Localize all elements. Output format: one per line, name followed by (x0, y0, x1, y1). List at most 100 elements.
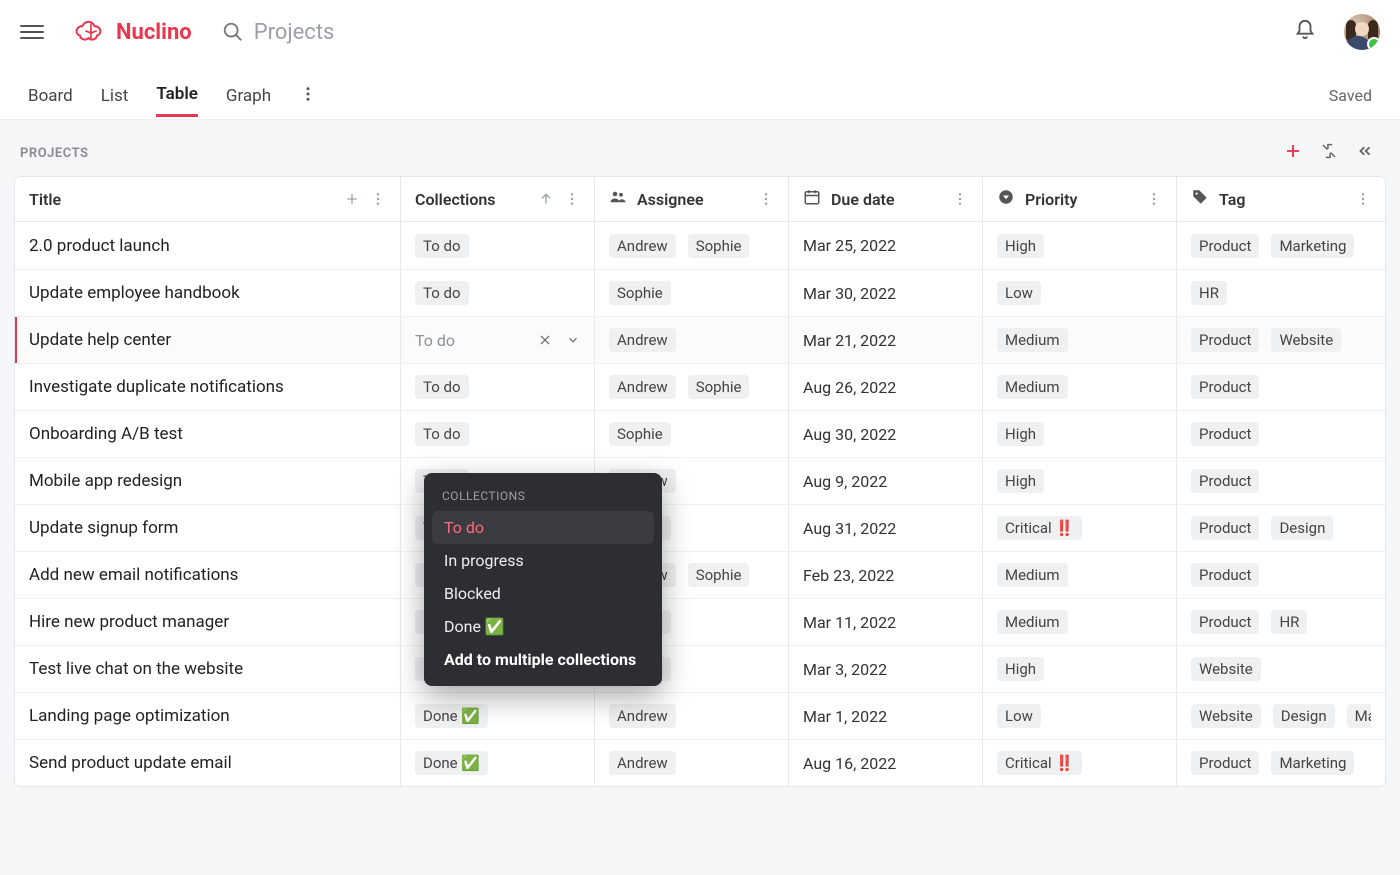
column-title[interactable]: Title (15, 177, 401, 221)
more-vertical-icon[interactable] (564, 191, 580, 207)
assignee-chip[interactable]: Sophie (609, 422, 671, 446)
add-item-button[interactable] (1284, 142, 1302, 164)
cell-tags[interactable]: ProductMarketing (1177, 222, 1385, 269)
tag-chip[interactable]: Design (1273, 704, 1335, 728)
tag-chip[interactable]: Product (1191, 234, 1259, 258)
avatar[interactable] (1344, 14, 1380, 50)
cell-collections[interactable]: To do (401, 364, 595, 410)
collection-chip[interactable]: Done ✅ (415, 751, 488, 775)
cell-assignee[interactable]: Sophie (595, 270, 789, 316)
view-tab-table[interactable]: Table (156, 74, 198, 117)
collapse-sidebar-button[interactable] (1356, 142, 1374, 164)
cell-title[interactable]: Landing page optimization (15, 693, 401, 739)
cell-due[interactable]: Mar 3, 2022 (789, 646, 983, 692)
tag-chip[interactable]: Product (1191, 422, 1259, 446)
cell-title[interactable]: Update help center (15, 317, 401, 363)
brand-logo[interactable]: Nuclino (74, 19, 192, 45)
cell-due[interactable]: Mar 21, 2022 (789, 317, 983, 363)
chevron-down-icon[interactable] (566, 333, 580, 347)
assignee-chip[interactable]: Andrew (609, 328, 676, 352)
search[interactable]: Projects (222, 20, 335, 45)
cell-title[interactable]: Investigate duplicate notifications (15, 364, 401, 410)
tag-chip[interactable]: Product (1191, 610, 1259, 634)
cell-title[interactable]: 2.0 product launch (15, 222, 401, 269)
table-row[interactable]: Test live chat on the websiteDone ✅Sophi… (15, 645, 1385, 692)
collection-editor[interactable]: To do (415, 331, 580, 350)
priority-chip[interactable]: High (997, 657, 1044, 681)
column-assignee[interactable]: Assignee (595, 177, 789, 221)
tag-chip[interactable]: Website (1191, 657, 1261, 681)
cell-priority[interactable]: Medium (983, 552, 1177, 598)
cell-priority[interactable]: Low (983, 270, 1177, 316)
cell-due[interactable]: Aug 26, 2022 (789, 364, 983, 410)
arrow-up-icon[interactable] (538, 191, 554, 207)
cell-collections[interactable]: To do (401, 222, 595, 269)
cell-assignee[interactable]: Andrew (595, 317, 789, 363)
cell-title[interactable]: Onboarding A/B test (15, 411, 401, 457)
tag-chip[interactable]: Product (1191, 328, 1259, 352)
menu-icon[interactable] (20, 20, 44, 44)
assignee-chip[interactable]: Sophie (688, 563, 750, 587)
cell-title[interactable]: Add new email notifications (15, 552, 401, 598)
assignee-chip[interactable]: Sophie (609, 281, 671, 305)
cell-assignee[interactable]: AndrewSophie (595, 222, 789, 269)
tag-chip[interactable]: HR (1271, 610, 1307, 634)
cell-priority[interactable]: Medium (983, 364, 1177, 410)
collections-dropdown[interactable]: COLLECTIONS To doIn progressBlockedDone … (424, 473, 662, 686)
assignee-chip[interactable]: Andrew (609, 234, 676, 258)
cell-due[interactable]: Aug 31, 2022 (789, 505, 983, 551)
tag-chip[interactable]: Website (1271, 328, 1341, 352)
priority-chip[interactable]: Medium (997, 328, 1068, 352)
cell-collections[interactable]: Done ✅ (401, 693, 595, 739)
dropdown-item[interactable]: In progress (432, 544, 654, 577)
cell-due[interactable]: Aug 30, 2022 (789, 411, 983, 457)
cell-assignee[interactable]: Andrew (595, 693, 789, 739)
compact-view-button[interactable] (1320, 142, 1338, 164)
notifications-button[interactable] (1294, 19, 1316, 45)
view-tab-list[interactable]: List (101, 76, 129, 116)
tag-chip[interactable]: Design (1271, 516, 1333, 540)
table-row[interactable]: Mobile app redesignTo doAndrewAug 9, 202… (15, 457, 1385, 504)
cell-assignee[interactable]: AndrewSophie (595, 364, 789, 410)
dropdown-item[interactable]: To do (432, 511, 654, 544)
priority-chip[interactable]: Critical ‼️ (997, 751, 1082, 775)
tag-chip[interactable]: Marketing (1347, 704, 1371, 728)
cell-collections[interactable]: To do (401, 270, 595, 316)
cell-priority[interactable]: Critical ‼️ (983, 740, 1177, 786)
table-row[interactable]: Update signup formTo doSophieAug 31, 202… (15, 504, 1385, 551)
column-collections[interactable]: Collections (401, 177, 595, 221)
cell-tags[interactable]: Product Design (1177, 505, 1385, 551)
tag-chip[interactable]: Product (1191, 516, 1259, 540)
collection-chip[interactable]: Done ✅ (415, 704, 488, 728)
priority-chip[interactable]: Low (997, 704, 1041, 728)
cell-title[interactable]: Hire new product manager (15, 599, 401, 645)
collection-chip[interactable]: To do (415, 422, 469, 446)
column-due[interactable]: Due date (789, 177, 983, 221)
assignee-chip[interactable]: Andrew (609, 375, 676, 399)
tag-chip[interactable]: Product (1191, 751, 1259, 775)
tag-chip[interactable]: Product (1191, 375, 1259, 399)
table-row[interactable]: Update employee handbookTo doSophieMar 3… (15, 269, 1385, 316)
cell-tags[interactable]: Product (1177, 364, 1385, 410)
table-row[interactable]: Investigate duplicate notificationsTo do… (15, 363, 1385, 410)
column-tag[interactable]: Tag (1177, 177, 1385, 221)
cell-priority[interactable]: High (983, 222, 1177, 269)
cell-due[interactable]: Mar 11, 2022 (789, 599, 983, 645)
cell-title[interactable]: Update signup form (15, 505, 401, 551)
close-icon[interactable] (538, 333, 552, 347)
collection-chip[interactable]: To do (415, 281, 469, 305)
cell-priority[interactable]: High (983, 646, 1177, 692)
tag-chip[interactable]: Website (1191, 704, 1261, 728)
cell-title[interactable]: Send product update email (15, 740, 401, 786)
cell-tags[interactable]: HR (1177, 270, 1385, 316)
more-vertical-icon[interactable] (370, 191, 386, 207)
view-more-button[interactable] (299, 85, 317, 107)
cell-collections[interactable]: To do (401, 317, 595, 363)
cell-due[interactable]: Mar 1, 2022 (789, 693, 983, 739)
cell-priority[interactable]: Low (983, 693, 1177, 739)
cell-tags[interactable]: ProductMarketing (1177, 740, 1385, 786)
assignee-chip[interactable]: Andrew (609, 751, 676, 775)
table-row[interactable]: Update help center To do Andrew Mar 21, 202… (15, 316, 1385, 363)
more-vertical-icon[interactable] (1146, 191, 1162, 207)
tag-chip[interactable]: Product (1191, 563, 1259, 587)
